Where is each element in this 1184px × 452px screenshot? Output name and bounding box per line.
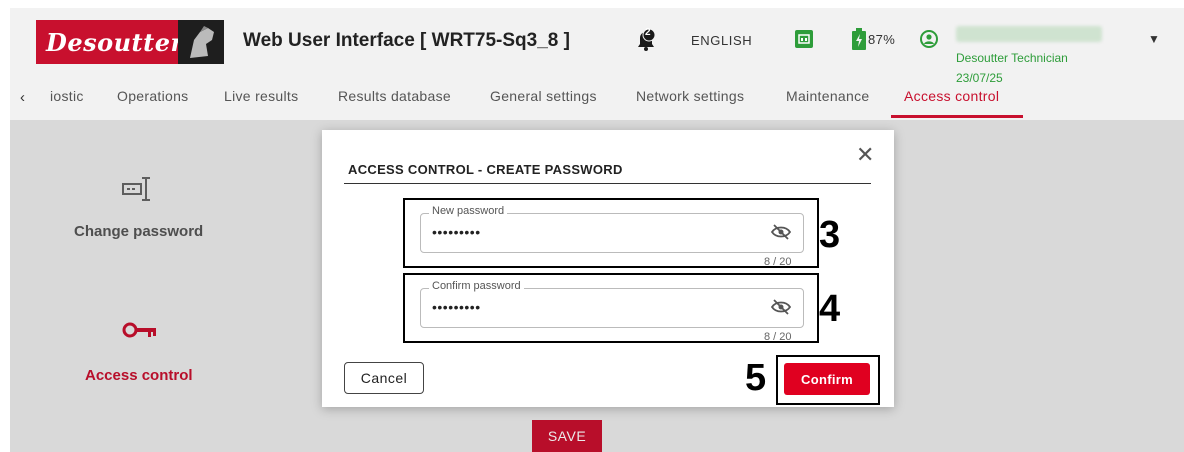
tab-diagnostic[interactable]: iostic — [50, 88, 84, 104]
active-tab-indicator — [891, 115, 1023, 118]
battery-icon — [851, 28, 867, 55]
user-menu-caret-icon[interactable]: ▼ — [1148, 32, 1160, 46]
logo-text: Desoutter — [46, 27, 184, 57]
battery-level: 87% — [868, 32, 896, 47]
tab-access-control[interactable]: Access control — [904, 88, 999, 104]
desoutter-logo: Desoutter — [36, 20, 224, 64]
user-role: Desoutter Technician — [956, 51, 1068, 65]
notification-count: 2 — [645, 27, 651, 38]
tab-results-database[interactable]: Results database — [338, 88, 451, 104]
tab-live-results[interactable]: Live results — [224, 88, 298, 104]
main-tabs: ‹ iostic Operations Live results Results… — [10, 80, 1184, 120]
confirm-button[interactable]: Confirm — [784, 363, 870, 395]
annotation-box-3 — [403, 198, 819, 268]
dialog-divider — [344, 183, 871, 184]
notification-bell-icon[interactable]: 2 — [634, 27, 656, 51]
tabs-scroll-left-icon[interactable]: ‹ — [20, 89, 25, 106]
horse-logo-icon — [178, 20, 224, 64]
tab-maintenance[interactable]: Maintenance — [786, 88, 869, 104]
app-window: Desoutter Web User Interface [ WRT75-Sq3… — [10, 8, 1184, 452]
annotation-number-3: 3 — [819, 214, 841, 256]
language-selector[interactable]: ENGLISH — [691, 33, 752, 48]
header: Desoutter Web User Interface [ WRT75-Sq3… — [10, 8, 1184, 120]
controller-icon — [795, 30, 813, 48]
tab-network-settings[interactable]: Network settings — [636, 88, 744, 104]
annotation-number-5: 5 — [745, 357, 767, 399]
app-title: Web User Interface [ WRT75-Sq3_8 ] — [243, 30, 570, 51]
annotation-number-4: 4 — [819, 288, 841, 330]
dialog-title: ACCESS CONTROL - CREATE PASSWORD — [348, 162, 623, 177]
close-icon[interactable]: ✕ — [856, 144, 874, 166]
cancel-button[interactable]: Cancel — [344, 362, 424, 394]
create-password-dialog: ACCESS CONTROL - CREATE PASSWORD ✕ New p… — [322, 130, 894, 407]
tab-general-settings[interactable]: General settings — [490, 88, 597, 104]
user-account-icon[interactable] — [920, 30, 938, 48]
user-name-redacted — [956, 26, 1102, 42]
tab-operations[interactable]: Operations — [117, 88, 188, 104]
annotation-box-4 — [403, 273, 819, 343]
